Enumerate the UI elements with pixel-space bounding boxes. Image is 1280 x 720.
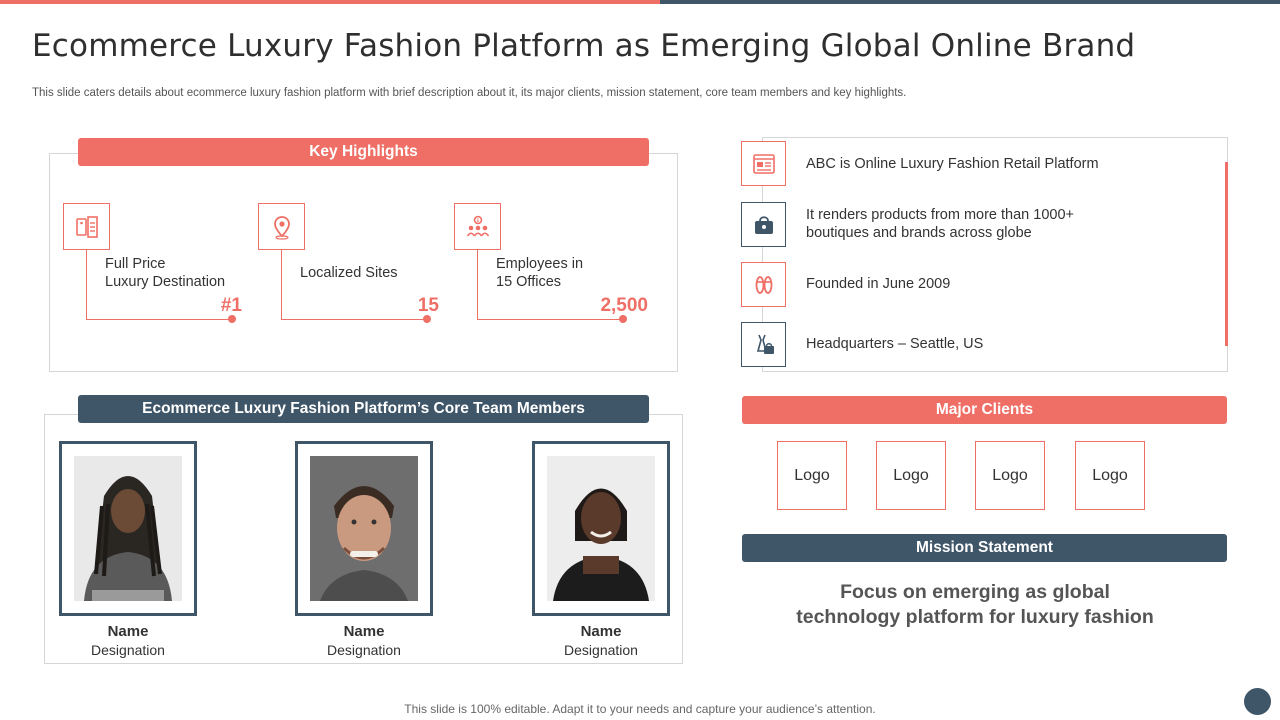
highlight-connector (477, 319, 623, 320)
team-member-name: Name (343, 623, 385, 640)
team-member-photo-frame (59, 441, 197, 616)
mission-statement-heading: Mission Statement (742, 534, 1227, 562)
highlight-connector (281, 319, 427, 320)
svg-text:$: $ (476, 218, 479, 224)
about-item: Founded in June 2009 (806, 275, 950, 293)
about-item: Headquarters – Seattle, US (806, 335, 983, 353)
corner-circle (1244, 688, 1271, 715)
highlight-line1: Full Price (105, 256, 166, 272)
team-member-photo (547, 456, 655, 601)
highlight-connector (86, 319, 232, 320)
mission-line2: technology platform for luxury fashion (796, 606, 1154, 628)
about-item-line1: ABC is Online Luxury Fashion Retail Plat… (806, 156, 1099, 172)
top-accent-bar-navy (660, 0, 1280, 4)
mission-line1: Focus on emerging as global (840, 581, 1110, 603)
client-logo: Logo (876, 441, 946, 510)
about-item: It renders products from more than 1000+… (806, 206, 1074, 242)
highlight-connector (281, 249, 282, 320)
about-item: ABC is Online Luxury Fashion Retail Plat… (806, 155, 1099, 173)
team-member-name: Name (580, 623, 622, 640)
sandals-icon (741, 262, 786, 307)
slide-title: Ecommerce Luxury Fashion Platform as Eme… (32, 28, 1136, 64)
team-member-photo (310, 456, 418, 601)
about-item-line1: It renders products from more than 1000+ (806, 207, 1074, 223)
key-highlights-heading: Key Highlights (78, 138, 649, 166)
client-logo: Logo (975, 441, 1045, 510)
highlight-line2: Luxury Destination (105, 274, 226, 290)
highlight-value: 2,500 (600, 295, 648, 316)
browser-window-icon (741, 141, 786, 186)
highlight-connector (86, 249, 87, 320)
top-accent-bar-red (0, 0, 660, 4)
team-member-photo-frame (532, 441, 670, 616)
team-member-photo (74, 456, 182, 601)
top-accent-bar (0, 0, 1280, 4)
highlight-line1: Employees in (496, 256, 584, 272)
highlight-value: #1 (220, 295, 242, 316)
about-item-line1: Founded in June 2009 (806, 276, 951, 292)
about-item-line2: boutiques and brands across globe (806, 225, 1032, 241)
team-member-photo-frame (295, 441, 433, 616)
major-clients-heading: Major Clients (742, 396, 1227, 424)
highlight-line1: Localized Sites (300, 265, 398, 281)
about-item-line1: Headquarters – Seattle, US (806, 336, 984, 352)
highlight-text: Full Price Luxury Destination (105, 255, 225, 291)
client-logo: Logo (1075, 441, 1145, 510)
highlight-line2: 15 Offices (496, 274, 562, 290)
mission-statement-text: Focus on emerging as global technology p… (742, 580, 1208, 630)
client-logo: Logo (777, 441, 847, 510)
shopping-bag-icon (741, 202, 786, 247)
team-heading: Ecommerce Luxury Fashion Platform’s Core… (78, 395, 649, 423)
footer-note: This slide is 100% editable. Adapt it to… (404, 702, 876, 716)
team-member-designation: Designation (91, 642, 165, 658)
about-panel-accent (1225, 162, 1228, 346)
team-member-designation: Designation (327, 642, 401, 658)
highlight-text: Localized Sites (300, 264, 398, 282)
price-tag-icon (63, 203, 110, 250)
slide-subtitle: This slide caters details about ecommerc… (32, 87, 907, 99)
highlight-value: 15 (417, 295, 439, 316)
highlight-connector (477, 249, 478, 320)
highlight-text: Employees in 15 Offices (496, 255, 583, 291)
dress-icon (741, 322, 786, 367)
location-pin-icon (258, 203, 305, 250)
team-member-name: Name (107, 623, 149, 640)
employees-icon: $ (454, 203, 501, 250)
team-member-designation: Designation (564, 642, 638, 658)
